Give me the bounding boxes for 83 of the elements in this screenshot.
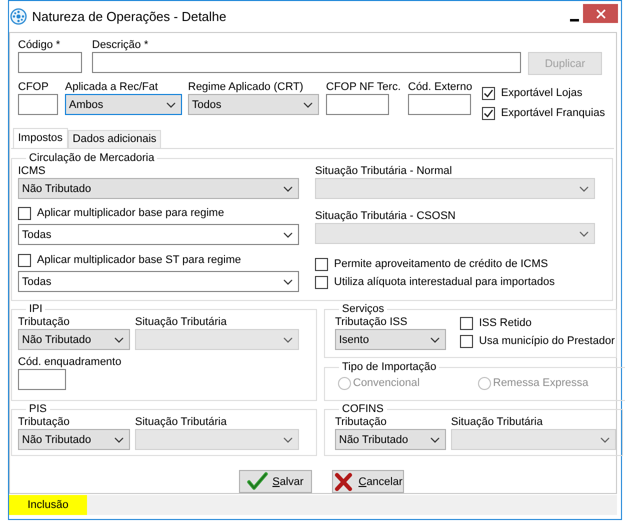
cross-icon [333,472,354,491]
checkbox[interactable] [482,106,495,120]
checkbox-label: Exportável Franquias [501,107,605,119]
minimize-icon[interactable] [570,19,579,22]
chevron-down-icon [114,336,124,342]
radio-label: Remessa Expressa [493,377,588,389]
checkbox-label: Permite aproveitamento de crédito de ICMS [334,258,548,270]
dropdown[interactable]: Ambos [65,94,182,115]
chevron-down-icon [283,232,293,238]
field-label: Aplicada a Rec/Fat [65,80,158,94]
chevron-down-icon [303,102,313,108]
dropdown[interactable]: Não Tributado [335,429,446,450]
field-label: Tributação [335,415,387,429]
dropdown[interactable]: Todas [18,224,299,245]
group-title: COFINS [341,403,385,415]
field-label: Tributação [18,415,70,429]
text-field[interactable] [18,94,58,115]
field-label: Situação Tributária - CSOSN [315,209,456,223]
checkbox-label: Exportável Lojas [501,87,582,99]
field-label: Situação Tributária [451,415,543,429]
chevron-down-icon [114,436,124,442]
group-title: Serviços [341,303,386,315]
checkbox-label: Aplicar multiplicador base para regime [37,207,224,219]
field-label: Cód. Externo [408,80,472,94]
field-label: Tributação [18,315,70,329]
chevron-down-icon [283,278,293,284]
checkbox[interactable] [18,206,31,220]
close-button[interactable] [583,4,618,23]
checkbox-label: Usa município do Prestador [479,335,615,347]
checkbox-label: ISS Retido [479,317,532,329]
checkbox[interactable] [315,276,328,288]
checkbox[interactable] [18,254,31,266]
text-field[interactable] [408,94,471,115]
dropdown[interactable]: Não Tributado [18,429,130,450]
field-label: Situação Tributária [135,415,227,429]
field-label: Regime Aplicado (CRT) [188,80,304,94]
field-label: Tributação ISS [335,315,408,329]
field-label: Código * [18,38,60,52]
field-label: Cód. enquadramento [18,355,122,369]
checkbox-label: Utiliza alíquota interestadual para importados [334,276,555,288]
check-icon [247,472,268,491]
group-title: PIS [28,403,48,415]
chevron-down-icon [430,436,440,442]
app-logo-icon [10,8,27,25]
radio-label: Convencional [353,377,420,389]
tab[interactable]: Impostos [13,128,68,148]
field-label: Situação Tributária [135,315,227,329]
field-label: Descrição * [92,38,148,52]
chevron-down-icon [283,336,293,342]
status-mode: Inclusão [9,495,87,515]
dropdown[interactable]: Isento [335,329,446,350]
field-label: CFOP [18,80,49,94]
text-field[interactable] [18,52,82,73]
chevron-down-icon [600,436,610,442]
checkbox[interactable] [460,316,473,330]
chevron-down-icon [579,230,589,236]
chevron-down-icon [283,186,293,192]
chevron-down-icon [283,436,293,442]
dropdown[interactable]: Todas [18,271,299,292]
checkbox-label: Aplicar multiplicador base ST para regime [37,254,241,266]
cancel-button[interactable]: Cancelar [332,470,404,493]
dropdown[interactable]: Não Tributado [18,178,299,199]
window-title: Natureza de Operações - Detalhe [32,9,226,24]
save-button[interactable]: Salvar [239,470,312,493]
chevron-down-icon [579,186,589,192]
field-label: CFOP NF Terc. [326,80,401,94]
field-label: Situação Tributária - Normal [315,164,452,178]
group-title: IPI [28,303,44,315]
checkbox[interactable] [460,334,473,348]
tab[interactable]: Dados adicionais [68,130,162,148]
field-label: ICMS [18,164,46,178]
chevron-down-icon [166,102,176,108]
checkbox[interactable] [482,86,495,100]
chevron-down-icon [430,336,440,342]
text-field[interactable] [92,52,521,73]
text-field[interactable] [326,94,389,115]
dropdown[interactable]: Não Tributado [18,329,130,350]
text-field[interactable] [18,369,66,390]
group-title: Tipo de Importação [341,361,438,373]
dropdown[interactable]: Todos [188,94,319,115]
close-icon [596,8,606,18]
group-title: Circulação de Mercadoria [28,152,156,164]
checkbox[interactable] [315,258,328,270]
